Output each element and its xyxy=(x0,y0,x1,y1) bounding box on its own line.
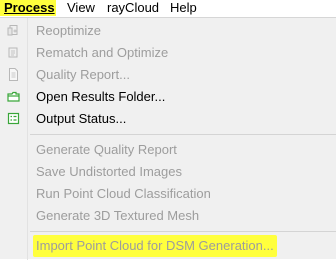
menu-bar: Process View rayCloud Help xyxy=(0,0,336,17)
menu-item-output-status[interactable]: Output Status... xyxy=(0,108,336,130)
menu-raycloud[interactable]: rayCloud xyxy=(107,0,159,16)
menu-item-run-point-cloud-classification[interactable]: Run Point Cloud Classification xyxy=(0,183,336,205)
menu-view-label: View xyxy=(67,0,95,15)
menu-item-import-point-cloud-dsm[interactable]: Import Point Cloud for DSM Generation... xyxy=(0,235,336,257)
menu-item-reoptimize-label: Reoptimize xyxy=(36,23,102,38)
menu-item-save-undistorted-images[interactable]: Save Undistorted Images xyxy=(0,161,336,183)
menu-process-label: Process xyxy=(4,0,55,15)
menu-item-generate-quality-report-label: Generate Quality Report xyxy=(36,142,177,157)
menu-item-generate-3d-textured-mesh-label: Generate 3D Textured Mesh xyxy=(36,208,200,223)
reoptimize-icon xyxy=(7,24,20,37)
menu-item-reoptimize[interactable]: Reoptimize xyxy=(0,20,336,42)
document-icon xyxy=(7,68,20,81)
menu-item-generate-quality-report[interactable]: Generate Quality Report xyxy=(0,139,336,161)
menu-help-label: Help xyxy=(170,0,197,15)
output-status-icon xyxy=(7,112,20,125)
menu-item-save-undistorted-images-label: Save Undistorted Images xyxy=(36,164,182,179)
menu-item-open-results-folder[interactable]: Open Results Folder... xyxy=(0,86,336,108)
menu-item-run-point-cloud-classification-label: Run Point Cloud Classification xyxy=(36,186,211,201)
menu-item-quality-report[interactable]: Quality Report... xyxy=(0,64,336,86)
menu-help[interactable]: Help xyxy=(170,0,197,16)
process-dropdown-menu: Reoptimize Rematch and Optimize Quality … xyxy=(0,17,336,260)
menu-item-generate-3d-textured-mesh[interactable]: Generate 3D Textured Mesh xyxy=(0,205,336,227)
menu-separator xyxy=(30,134,336,135)
folder-icon xyxy=(7,90,20,103)
menu-view[interactable]: View xyxy=(67,0,95,16)
menu-item-quality-report-label: Quality Report... xyxy=(36,67,130,82)
rematch-icon xyxy=(7,46,20,59)
menu-raycloud-label: rayCloud xyxy=(107,0,160,15)
menu-item-rematch-optimize-label: Rematch and Optimize xyxy=(36,45,169,60)
menu-item-rematch-optimize[interactable]: Rematch and Optimize xyxy=(0,42,336,64)
menu-process[interactable]: Process xyxy=(0,0,56,16)
menu-item-import-point-cloud-dsm-label: Import Point Cloud for DSM Generation... xyxy=(33,235,277,257)
menu-separator xyxy=(30,231,336,232)
menu-item-open-results-folder-label: Open Results Folder... xyxy=(36,89,166,104)
menu-item-output-status-label: Output Status... xyxy=(36,111,127,126)
